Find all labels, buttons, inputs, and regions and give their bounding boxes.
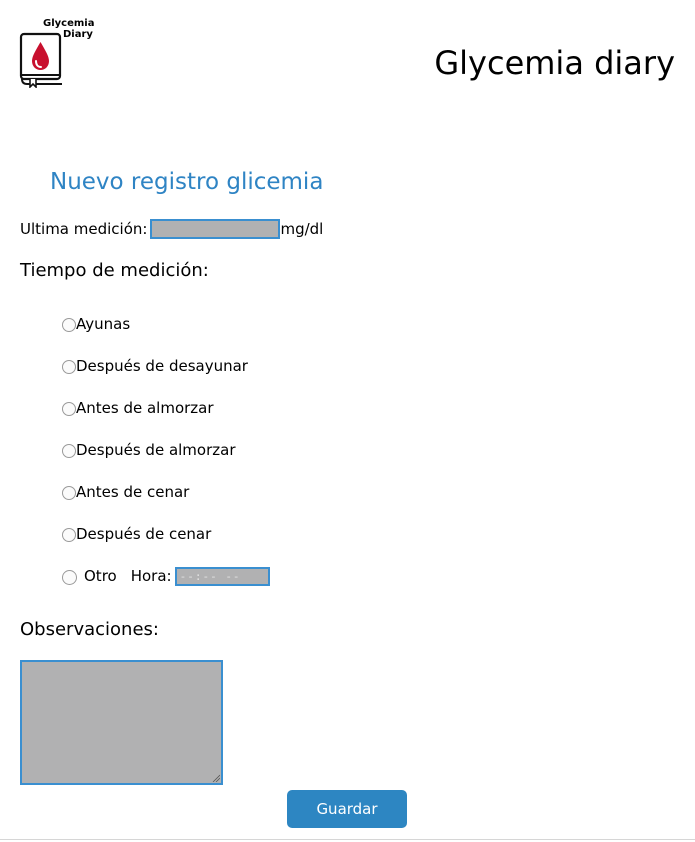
option-label: Antes de almorzar	[76, 399, 214, 417]
radio-button[interactable]	[62, 402, 76, 416]
save-button[interactable]: Guardar	[287, 790, 407, 828]
notes-label: Observaciones:	[20, 619, 159, 640]
resize-grip-icon[interactable]	[212, 774, 220, 782]
option-otro[interactable]: Otro Hora: --:-- --	[62, 565, 270, 587]
option-ayunas[interactable]: Ayunas	[62, 313, 130, 335]
divider	[0, 839, 695, 840]
option-label: Después de almorzar	[76, 441, 236, 459]
option-label: Ayunas	[76, 315, 131, 333]
time-input[interactable]: --:-- --	[174, 566, 270, 586]
option-despues-cenar[interactable]: Después de cenar	[62, 523, 211, 545]
option-despues-desayunar[interactable]: Después de desayunar	[62, 355, 248, 377]
form-title: Nuevo registro glicemia	[50, 169, 324, 195]
radio-button[interactable]	[62, 528, 76, 542]
option-label: Después de desayunar	[76, 357, 248, 375]
radio-button[interactable]	[62, 318, 76, 332]
option-label: Antes de cenar	[76, 483, 190, 501]
blood-drop-book-icon	[19, 32, 62, 88]
radio-button[interactable]	[62, 486, 76, 500]
page-title: Glycemia diary	[434, 44, 675, 82]
option-antes-almorzar[interactable]: Antes de almorzar	[62, 397, 214, 419]
radio-button[interactable]	[62, 569, 77, 585]
hora-label: Hora:	[130, 567, 172, 585]
option-despues-almorzar[interactable]: Después de almorzar	[62, 439, 236, 461]
last-measurement-row: Ultima medición: mg/dl	[20, 218, 323, 240]
option-label: Otro	[84, 567, 117, 585]
option-antes-cenar[interactable]: Antes de cenar	[62, 481, 189, 503]
app-logo: Glycemia Diary	[18, 16, 98, 92]
unit-label: mg/dl	[280, 220, 324, 238]
option-label: Después de cenar	[76, 525, 212, 543]
logo-text-line1: Glycemia	[43, 18, 95, 29]
timing-label: Tiempo de medición:	[20, 260, 209, 281]
radio-button[interactable]	[62, 360, 76, 374]
radio-button[interactable]	[62, 444, 76, 458]
notes-textarea[interactable]	[20, 660, 223, 785]
last-measurement-input[interactable]	[150, 219, 281, 239]
last-measurement-label: Ultima medición:	[20, 220, 148, 238]
